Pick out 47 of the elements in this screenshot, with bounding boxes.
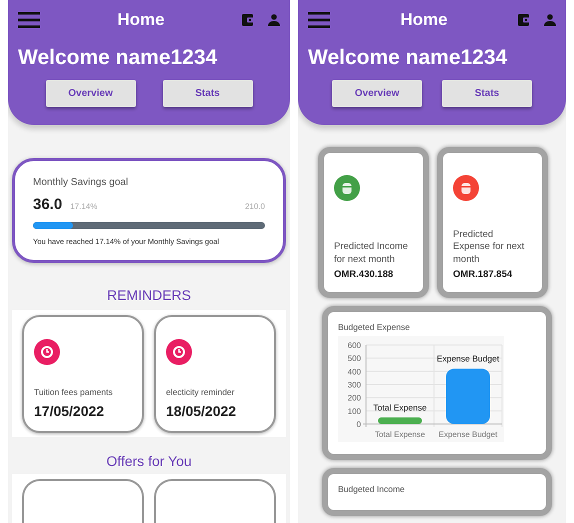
prediction-amount: OMR.430.188	[334, 269, 394, 280]
reminder-label: Tuition fees paments	[34, 387, 114, 397]
reminder-card[interactable]: Tuition fees paments 17/05/2022	[22, 315, 144, 433]
welcome-text: Welcome name1234	[308, 46, 508, 70]
axis-tick-label: 200	[348, 394, 361, 403]
chart-title: Budgeted Income	[338, 484, 406, 494]
person-icon[interactable]	[544, 14, 556, 26]
reminder-date: 18/05/2022	[166, 403, 238, 419]
savings-target: 210.0	[244, 202, 265, 211]
stats-button[interactable]: Stats	[162, 80, 252, 107]
welcome-text: Welcome name1234	[18, 46, 218, 70]
menu-icon[interactable]	[18, 12, 40, 28]
prediction-label: Predicted Expense for next month	[453, 229, 526, 266]
prediction-amount: OMR.187.854	[453, 269, 514, 280]
clock-icon	[166, 339, 192, 365]
section-heading: Offers for You	[105, 453, 193, 469]
offer-card[interactable]	[154, 479, 276, 523]
wallet-icon[interactable]	[518, 14, 530, 26]
stats-button[interactable]: Stats	[442, 80, 532, 107]
axis-tick-label: 0	[356, 420, 361, 430]
overview-button[interactable]: Overview	[46, 80, 136, 107]
axis-category-label: Total Expense	[374, 430, 426, 440]
axis-tick-label: 500	[348, 354, 361, 364]
axis-tick-label: 100	[348, 406, 361, 416]
offer-card[interactable]	[22, 479, 144, 523]
section-heading: REMINDERS	[106, 287, 192, 303]
screen-title: Home	[116, 10, 166, 30]
savings-goal-title: Monthly Savings goal	[33, 177, 130, 188]
reminder-card[interactable]: electicity reminder 18/05/2022	[154, 315, 276, 433]
series-label: Expense Budget	[436, 354, 500, 364]
axis-tick-label: 300	[348, 380, 361, 390]
clock-icon	[34, 339, 60, 365]
menu-icon[interactable]	[308, 12, 330, 28]
chart-title: Budgeted Expense	[338, 322, 411, 332]
person-icon[interactable]	[268, 14, 280, 26]
series-label: Total Expense	[373, 402, 427, 412]
axis-category-label: Expense Budget	[438, 430, 498, 440]
prediction-label: Predicted Income for next month	[334, 240, 409, 266]
axis-tick-label: 600	[348, 341, 361, 350]
overview-button[interactable]: Overview	[332, 80, 422, 107]
savings-percent: 17.14%	[70, 202, 98, 211]
wallet-icon[interactable]	[242, 14, 254, 26]
reminder-date: 17/05/2022	[34, 403, 106, 419]
screen-title: Home	[399, 10, 449, 30]
axis-tick-label: 400	[348, 367, 361, 376]
savings-amount: 36.0	[33, 196, 62, 213]
reminder-label: electicity reminder	[166, 387, 236, 397]
